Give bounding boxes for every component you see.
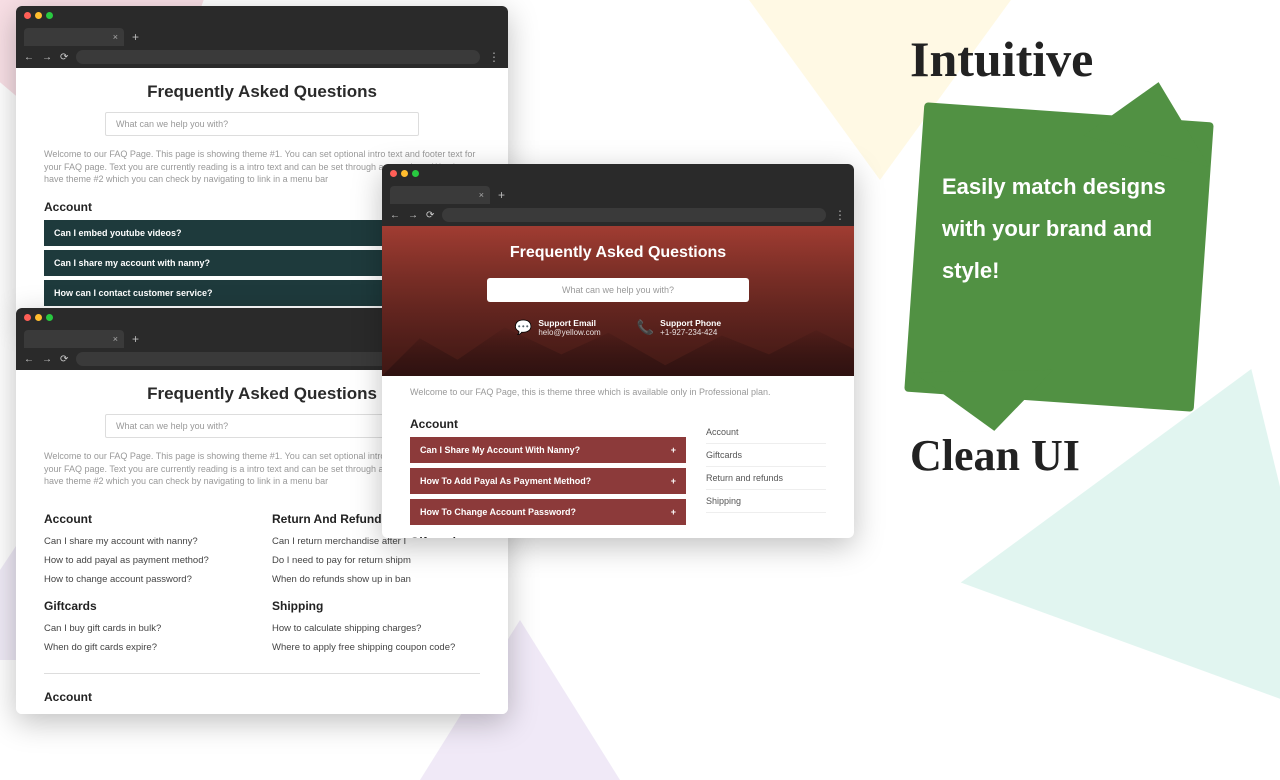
browser-tab[interactable]: × [24, 28, 124, 46]
browser-tab[interactable]: × [24, 330, 124, 348]
faq-link[interactable]: How to add payal as payment method? [44, 551, 252, 570]
expand-icon: + [671, 507, 676, 517]
page-title: Frequently Asked Questions [44, 82, 480, 102]
minimize-icon[interactable] [401, 170, 408, 177]
browser-theme-3: × + ← → ⟳ ⋮ Frequently Asked Questions W… [382, 164, 854, 538]
contact-email-label: Support Email [538, 318, 600, 328]
forward-icon[interactable]: → [42, 354, 52, 365]
contact-email: 💬 Support Emailhelo@yellow.com [515, 318, 601, 337]
feature-badge: Easily match designs with your brand and… [914, 112, 1204, 402]
browser-tabs: × + [382, 182, 854, 204]
back-icon[interactable]: ← [24, 354, 34, 365]
search-input[interactable]: What can we help you with? [105, 112, 419, 136]
section-heading-giftcards: Giftcards [44, 599, 252, 613]
browser-menu-icon[interactable]: ⋮ [834, 208, 846, 222]
faq-question: Can I share my account with nanny? [44, 710, 480, 714]
contact-email-value: helo@yellow.com [538, 328, 600, 337]
close-icon[interactable] [390, 170, 397, 177]
contact-phone-label: Support Phone [660, 318, 721, 328]
category-link-account[interactable]: Account [706, 421, 826, 444]
section-heading-account: Account [44, 690, 480, 704]
back-icon[interactable]: ← [390, 210, 400, 221]
new-tab-button[interactable]: + [132, 30, 139, 46]
reload-icon[interactable]: ⟳ [60, 354, 68, 365]
expand-icon: + [671, 445, 676, 455]
reload-icon[interactable]: ⟳ [426, 210, 434, 221]
faq-link[interactable]: When do gift cards expire? [44, 638, 252, 657]
window-titlebar [382, 164, 854, 182]
faq-item-label: How To Change Account Password? [420, 507, 576, 517]
browser-tabs: × + [16, 24, 508, 46]
faq-link[interactable]: Can I share my account with nanny? [44, 532, 252, 551]
browser-tab[interactable]: × [390, 186, 490, 204]
browser-menu-icon[interactable]: ⋮ [488, 50, 500, 64]
faq-main-column: Account Can I Share My Account With Nann… [410, 417, 686, 538]
category-link-returns[interactable]: Return and refunds [706, 467, 826, 490]
forward-icon[interactable]: → [408, 210, 418, 221]
url-input[interactable] [442, 208, 826, 222]
faq-link[interactable]: Can I buy gift cards in bulk? [44, 619, 252, 638]
section-heading-giftcards: Giftcards [410, 535, 686, 538]
url-bar: ← → ⟳ ⋮ [16, 46, 508, 68]
faq-link[interactable]: Do I need to pay for return shipm [272, 551, 480, 570]
faq-item[interactable]: How To Add Payal As Payment Method? + [410, 468, 686, 494]
faq-item[interactable]: How To Change Account Password? + [410, 499, 686, 525]
section-heading-account: Account [410, 417, 686, 431]
faq-link[interactable]: Where to apply free shipping coupon code… [272, 638, 480, 657]
chat-icon: 💬 [515, 319, 532, 337]
section-heading-account: Account [44, 512, 252, 526]
faq-link[interactable]: How to calculate shipping charges? [272, 619, 480, 638]
url-bar: ← → ⟳ ⋮ [382, 204, 854, 226]
maximize-icon[interactable] [412, 170, 419, 177]
forward-icon[interactable]: → [42, 52, 52, 63]
url-input[interactable] [76, 50, 480, 64]
search-input[interactable]: What can we help you with? [487, 278, 749, 302]
phone-icon: 📞 [637, 319, 654, 337]
new-tab-button[interactable]: + [498, 188, 505, 204]
feature-badge-text: Easily match designs with your brand and… [914, 112, 1204, 402]
intro-text: Welcome to our FAQ Page, this is theme t… [410, 386, 826, 399]
divider [44, 673, 480, 674]
faq-item[interactable]: Can I Share My Account With Nanny? + [410, 437, 686, 463]
back-icon[interactable]: ← [24, 52, 34, 63]
contact-phone-value: +1-927-234-424 [660, 328, 721, 337]
reload-icon[interactable]: ⟳ [60, 52, 68, 63]
faq-link[interactable]: How to change account password? [44, 570, 252, 589]
page-title: Frequently Asked Questions [400, 244, 836, 262]
contact-phone: 📞 Support Phone+1-927-234-424 [637, 318, 721, 337]
close-icon[interactable] [24, 12, 31, 19]
hero-banner: Frequently Asked Questions What can we h… [382, 226, 854, 376]
headline-top: Intuitive [910, 30, 1230, 88]
new-tab-button[interactable]: + [132, 332, 139, 348]
marketing-copy: Intuitive Easily match designs with your… [910, 30, 1230, 481]
category-link-giftcards[interactable]: Giftcards [706, 444, 826, 467]
minimize-icon[interactable] [35, 12, 42, 19]
faq-item-label: Can I Share My Account With Nanny? [420, 445, 580, 455]
window-titlebar [16, 6, 508, 24]
maximize-icon[interactable] [46, 12, 53, 19]
headline-bottom: Clean UI [910, 430, 1230, 481]
minimize-icon[interactable] [35, 314, 42, 321]
faq-item-label: How To Add Payal As Payment Method? [420, 476, 591, 486]
faq-category-nav: Account Giftcards Return and refunds Shi… [706, 417, 826, 538]
maximize-icon[interactable] [46, 314, 53, 321]
faq-link[interactable]: When do refunds show up in ban [272, 570, 480, 589]
expand-icon: + [671, 476, 676, 486]
close-icon[interactable] [24, 314, 31, 321]
section-heading-shipping: Shipping [272, 599, 480, 613]
search-input[interactable]: What can we help you with? [105, 414, 419, 438]
category-link-shipping[interactable]: Shipping [706, 490, 826, 513]
